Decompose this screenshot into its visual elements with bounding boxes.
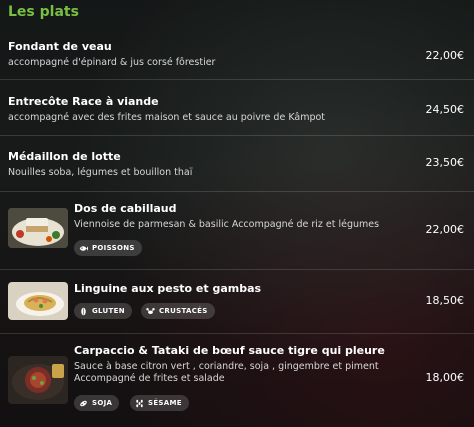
item-name: Entrecôte Race à viande <box>8 95 159 108</box>
item-price: 22,00€ <box>425 49 465 62</box>
sesame-icon <box>136 399 143 407</box>
tag-label: CRUSTACÉS <box>159 307 208 315</box>
tag-label: SOJA <box>92 399 113 407</box>
soy-icon <box>80 400 87 406</box>
item-description: Sauce à base citron vert , coriandre, so… <box>74 361 379 372</box>
divider <box>0 79 474 80</box>
allergen-tag-crustaces[interactable]: CRUSTACÉS <box>141 303 215 319</box>
crab-icon <box>146 307 155 314</box>
item-price: 24,50€ <box>425 103 465 116</box>
menu-item[interactable]: Linguine aux pesto et gambas 18,50€ GLUT… <box>0 270 474 334</box>
tag-label: SÉSAME <box>148 399 182 407</box>
item-name: Dos de cabillaud <box>74 202 177 215</box>
allergen-tag-gluten[interactable]: GLUTEN <box>74 303 132 319</box>
section-title: Les plats <box>8 4 79 20</box>
allergen-tag-soja[interactable]: SOJA <box>74 395 120 411</box>
item-price: 22,00€ <box>425 223 465 236</box>
wheat-icon <box>81 307 86 315</box>
menu-item[interactable]: Carpaccio & Tataki de bœuf sauce tigre q… <box>0 334 474 427</box>
item-description: accompagné avec des frites maison et sau… <box>8 112 326 123</box>
dish-photo <box>8 282 68 320</box>
item-description-line-2: Accompagné de frites et salade <box>74 373 225 384</box>
divider <box>0 191 474 192</box>
item-price: 18,50€ <box>425 294 465 307</box>
item-price: 18,00€ <box>425 371 465 384</box>
allergen-tag-poissons[interactable]: POISSONS <box>74 240 142 256</box>
menu-item[interactable]: Médaillon de lotte Nouilles soba, légume… <box>0 140 474 192</box>
menu-item[interactable]: Dos de cabillaud Viennoise de parmesan &… <box>0 194 474 270</box>
allergen-tag-sesame[interactable]: SÉSAME <box>130 395 189 411</box>
divider <box>0 135 474 136</box>
item-name: Fondant de veau <box>8 40 112 53</box>
menu-item[interactable]: Entrecôte Race à viande accompagné avec … <box>0 84 474 136</box>
item-price: 23,50€ <box>425 156 465 169</box>
item-description: accompagné d'épinard & jus corsé fôresti… <box>8 57 216 68</box>
tag-label: POISSONS <box>92 244 135 252</box>
dish-photo <box>8 208 68 248</box>
dish-photo <box>8 356 68 404</box>
item-name: Carpaccio & Tataki de bœuf sauce tigre q… <box>74 344 385 357</box>
item-name: Linguine aux pesto et gambas <box>74 282 262 295</box>
fish-icon <box>79 245 88 251</box>
item-description: Viennoise de parmesan & basilic Accompag… <box>74 219 380 230</box>
tag-label: GLUTEN <box>92 307 125 315</box>
menu-section: Les plats Fondant de veau accompagné d'é… <box>0 0 474 427</box>
item-name: Médaillon de lotte <box>8 150 121 163</box>
item-description: Nouilles soba, légumes et bouillon thaï <box>8 167 193 178</box>
menu-item[interactable]: Fondant de veau accompagné d'épinard & j… <box>0 30 474 80</box>
